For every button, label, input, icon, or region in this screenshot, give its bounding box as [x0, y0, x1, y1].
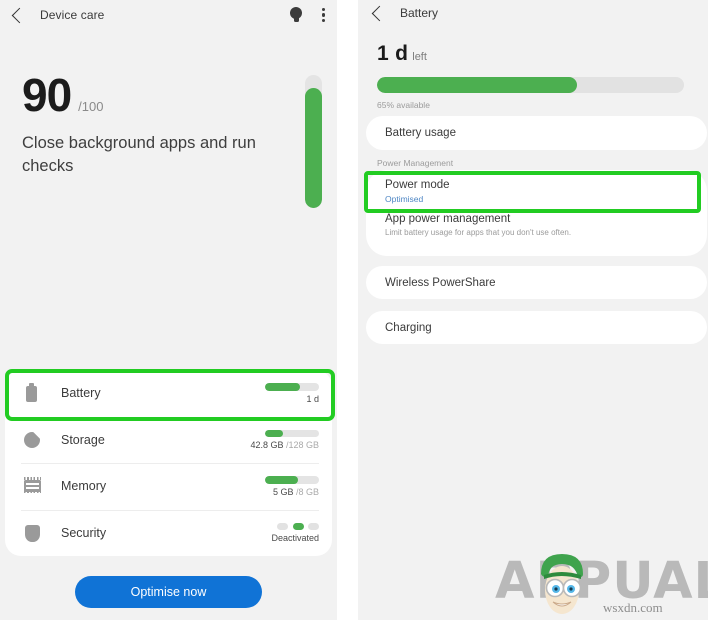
storage-progress-fill	[265, 429, 284, 437]
kebab-dot	[322, 18, 326, 22]
list-item-value-used: 5 GB	[272, 486, 296, 497]
list-item-label: Storage	[61, 432, 105, 447]
wireless-powershare-label: Wireless PowerShare	[385, 276, 496, 289]
memory-progress-bar	[265, 476, 319, 484]
memory-icon-pins-bottom	[23, 490, 41, 494]
security-dot	[308, 522, 319, 530]
shield-icon	[21, 522, 43, 544]
battery-icon	[21, 382, 43, 404]
dual-screenshot-container: Device care 90 /100 Close background app…	[0, 0, 708, 620]
list-item-value-total: /128 GB	[285, 440, 319, 450]
power-mode-title: Power mode	[385, 179, 450, 191]
chevron-left-icon[interactable]	[11, 7, 28, 23]
storage-icon	[21, 429, 43, 451]
battery-progress-fill	[265, 383, 301, 391]
battery-time-suffix: left	[412, 51, 427, 63]
power-management-card: Power mode Optimised App power managemen…	[366, 170, 707, 256]
page-title: Battery	[400, 6, 439, 20]
memory-progress-fill	[265, 476, 299, 484]
storage-progress-bar	[265, 429, 319, 437]
battery-availability-text: 65% available	[377, 100, 430, 110]
score-value: 90	[22, 69, 72, 121]
battery-usage-card[interactable]: Battery usage	[366, 116, 707, 150]
security-dot	[277, 522, 288, 530]
charging-card[interactable]: Charging	[366, 311, 707, 344]
battery-settings-screen: Battery 1 d left 65% available Battery u…	[358, 0, 708, 620]
app-power-management-title: App power management	[385, 213, 511, 225]
device-score-indicator-fill	[305, 88, 322, 208]
list-item-label: Memory	[61, 479, 107, 494]
device-care-topbar: Device care	[0, 0, 337, 30]
app-power-management-subtitle: Limit battery usage for apps that you do…	[385, 228, 572, 237]
list-item-status: 1 d	[247, 383, 319, 404]
battery-time-row: 1 d left	[377, 42, 689, 66]
battery-time-remaining: 1 d	[377, 42, 409, 65]
lightbulb-base	[293, 16, 299, 22]
list-item-storage[interactable]: Storage 42.8 GB /128 GB	[5, 416, 332, 464]
battery-topbar: Battery	[358, 0, 708, 26]
list-item-status: 5 GB /8 GB	[247, 476, 319, 497]
storage-icon-body	[24, 431, 40, 448]
kebab-menu-icon[interactable]	[322, 8, 326, 22]
list-item-value: 5 GB /8 GB	[273, 487, 319, 497]
list-item-label: Security	[61, 525, 107, 540]
list-item-memory[interactable]: Memory 5 GB /8 GB	[5, 463, 332, 510]
page-title: Device care	[40, 8, 105, 22]
memory-icon	[21, 475, 43, 497]
kebab-dot	[322, 13, 326, 17]
score-denominator: /100	[78, 99, 104, 114]
power-mode-subtitle: Optimised	[385, 194, 424, 204]
device-score-indicator-bar	[305, 75, 322, 208]
battery-progress-bar	[265, 383, 319, 391]
score-message: Close background apps and run checks	[22, 134, 256, 176]
wireless-powershare-card[interactable]: Wireless PowerShare	[366, 266, 707, 299]
score-row: 90 /100	[22, 72, 337, 118]
list-item-security[interactable]: Security Deactivated	[5, 509, 332, 557]
list-item-label: Battery	[61, 386, 101, 401]
battery-level-fill	[377, 77, 577, 93]
list-item-value-total: /8 GB	[295, 486, 319, 497]
device-care-list-card: Battery 1 d Storage 42.8 GB /128 GB Memo…	[5, 370, 332, 556]
list-item-value: 1 d	[306, 393, 319, 404]
list-item-value: 42.8 GB /128 GB	[250, 440, 319, 450]
battery-usage-label: Battery usage	[385, 127, 456, 139]
chevron-left-icon[interactable]	[371, 5, 388, 21]
kebab-dot	[322, 8, 326, 12]
list-item-status: Deactivated	[247, 522, 319, 543]
security-status-dots	[277, 522, 319, 530]
charging-label: Charging	[385, 321, 432, 334]
device-care-screen: Device care 90 /100 Close background app…	[0, 0, 337, 620]
lightbulb-icon[interactable]	[288, 5, 304, 25]
list-item-battery[interactable]: Battery 1 d	[5, 370, 332, 417]
list-item-value-used: 42.8 GB	[250, 440, 286, 450]
security-dot-active	[292, 522, 304, 530]
list-item-value: Deactivated	[271, 533, 319, 543]
list-item-status: 42.8 GB /128 GB	[247, 429, 319, 450]
panel-divider-gap	[337, 0, 358, 620]
battery-icon-body	[26, 383, 37, 402]
memory-icon-pins-top	[23, 477, 41, 480]
power-mode-row[interactable]: Power mode Optimised	[366, 170, 707, 204]
shield-icon-body	[24, 524, 40, 542]
battery-level-bar	[377, 77, 684, 93]
device-score-section: 90 /100 Close background apps and run ch…	[0, 30, 337, 245]
power-management-section-label: Power Management	[377, 158, 454, 168]
battery-hero-section: 1 d left 65% available	[358, 26, 708, 110]
app-power-management-row[interactable]: App power management Limit battery usage…	[366, 204, 707, 237]
optimise-now-button[interactable]: Optimise now	[75, 576, 262, 608]
